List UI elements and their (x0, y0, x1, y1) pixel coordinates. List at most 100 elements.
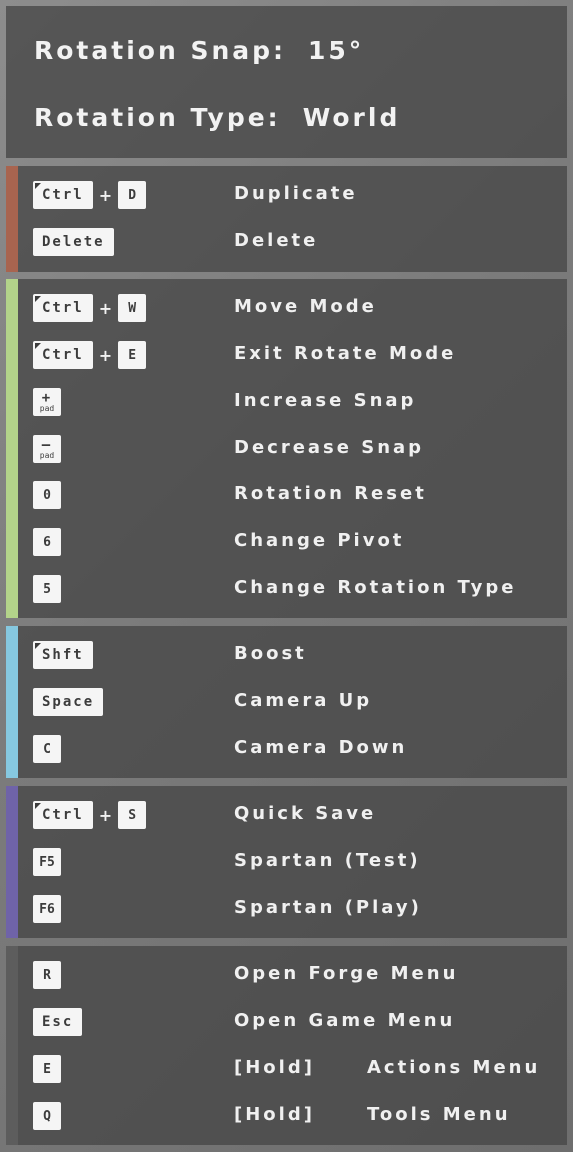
e-key-icon: E (33, 1055, 61, 1083)
rotation-snap-label: Rotation Snap: (34, 36, 287, 65)
shift-key-icon: Shft (33, 641, 93, 669)
space-key-icon: Space (33, 688, 104, 716)
save-test-controls-group: Ctrl + S Quick Save F5 Spartan (Test) F6… (6, 786, 567, 938)
q-key-icon: Q (33, 1102, 61, 1130)
camera-controls-group: Shft Boost Space Camera Up C Camera Down (6, 626, 567, 778)
control-label: Open Forge Menu (234, 963, 459, 984)
control-row-delete: Delete Delete (6, 228, 567, 258)
control-label: Camera Down (234, 737, 408, 758)
edit-controls-group: Ctrl + D Duplicate Delete Delete (6, 166, 567, 272)
w-key-icon: W (118, 294, 147, 322)
control-label: Exit Rotate Mode (234, 343, 457, 364)
key-combo: 5 (33, 575, 61, 603)
rotation-snap-value: 15° (308, 36, 365, 65)
key-sublabel: pad (39, 450, 55, 460)
control-row-increase-snap: + pad Increase Snap (6, 388, 567, 418)
rotation-type-label: Rotation Type: (34, 103, 281, 132)
key-combo: F6 (33, 895, 61, 923)
six-key-icon: 6 (33, 528, 61, 556)
f5-key-icon: F5 (33, 848, 61, 876)
key-combo: F5 (33, 848, 61, 876)
control-label: Quick Save (234, 803, 377, 824)
key-symbol: + (41, 389, 53, 406)
key-combo: C (33, 735, 61, 763)
c-key-icon: C (33, 735, 61, 763)
control-label: Decrease Snap (234, 437, 425, 458)
control-row-quick-save: Ctrl + S Quick Save (6, 801, 567, 831)
rotation-snap-line: Rotation Snap: 15° (34, 36, 364, 65)
key-combo: Ctrl + D (33, 181, 147, 209)
control-label: Spartan (Play) (234, 897, 422, 918)
control-row-camera-up: Space Camera Up (6, 688, 567, 718)
ctrl-key-icon: Ctrl (33, 341, 93, 369)
control-label: Tools Menu (367, 1104, 511, 1125)
key-combo: R (33, 961, 61, 989)
delete-key-icon: Delete (33, 228, 114, 256)
control-row-boost: Shft Boost (6, 641, 567, 671)
e-key-icon: E (118, 341, 147, 369)
control-row-open-game-menu: Esc Open Game Menu (6, 1008, 567, 1038)
plus-symbol: + (98, 805, 113, 825)
control-row-open-forge-menu: R Open Forge Menu (6, 961, 567, 991)
control-label: Change Rotation Type (234, 577, 517, 598)
numpad-minus-key-icon: – pad (33, 435, 61, 463)
control-label: Open Game Menu (234, 1010, 456, 1031)
rotation-info-panel: Rotation Snap: 15° Rotation Type: World (6, 6, 567, 158)
key-combo: E (33, 1055, 61, 1083)
control-label: Increase Snap (234, 390, 417, 411)
control-row-camera-down: C Camera Down (6, 735, 567, 765)
control-row-decrease-snap: – pad Decrease Snap (6, 435, 567, 465)
d-key-icon: D (118, 181, 147, 209)
control-row-spartan-test: F5 Spartan (Test) (6, 848, 567, 878)
rotation-type-line: Rotation Type: World (34, 103, 400, 132)
f6-key-icon: F6 (33, 895, 61, 923)
control-label: Boost (234, 643, 307, 664)
key-combo: Ctrl + S (33, 801, 147, 829)
key-combo: Delete (33, 228, 114, 256)
ctrl-key-icon: Ctrl (33, 181, 93, 209)
key-sublabel: pad (39, 403, 55, 413)
ctrl-key-icon: Ctrl (33, 801, 93, 829)
key-combo: – pad (33, 435, 61, 463)
s-key-icon: S (118, 801, 147, 829)
hold-prefix: [Hold] (234, 1104, 315, 1125)
control-label: Actions Menu (367, 1057, 541, 1078)
control-row-move-mode: Ctrl + W Move Mode (6, 294, 567, 324)
control-label: Move Mode (234, 296, 377, 317)
control-label: Rotation Reset (234, 483, 427, 504)
rotation-type-value: World (302, 103, 401, 132)
r-key-icon: R (33, 961, 61, 989)
control-row-spartan-play: F6 Spartan (Play) (6, 895, 567, 925)
hold-prefix: [Hold] (234, 1057, 315, 1078)
control-row-duplicate: Ctrl + D Duplicate (6, 181, 567, 211)
control-row-tools-menu: Q [Hold] Tools Menu (6, 1102, 567, 1132)
control-row-rotation-reset: 0 Rotation Reset (6, 481, 567, 511)
key-combo: Ctrl + W (33, 294, 147, 322)
control-label: Change Pivot (234, 530, 405, 551)
key-combo: Shft (33, 641, 93, 669)
key-combo: Esc (33, 1008, 83, 1036)
plus-symbol: + (98, 345, 113, 365)
esc-key-icon: Esc (33, 1008, 83, 1036)
key-combo: 0 (33, 481, 61, 509)
control-row-actions-menu: E [Hold] Actions Menu (6, 1055, 567, 1085)
zero-key-icon: 0 (33, 481, 61, 509)
forge-rotate-controls-overlay: Rotation Snap: 15° Rotation Type: World Ct… (0, 0, 573, 1152)
key-symbol: – (41, 436, 53, 453)
ctrl-key-icon: Ctrl (33, 294, 93, 322)
control-row-exit-rotate-mode: Ctrl + E Exit Rotate Mode (6, 341, 567, 371)
plus-symbol: + (98, 185, 113, 205)
control-label: Spartan (Test) (234, 850, 421, 871)
key-combo: Ctrl + E (33, 341, 147, 369)
menu-controls-group: R Open Forge Menu Esc Open Game Menu E [… (6, 946, 567, 1145)
plus-symbol: + (98, 298, 113, 318)
key-combo: Space (33, 688, 104, 716)
numpad-plus-key-icon: + pad (33, 388, 61, 416)
control-row-change-pivot: 6 Change Pivot (6, 528, 567, 558)
five-key-icon: 5 (33, 575, 61, 603)
key-combo: Q (33, 1102, 61, 1130)
control-label: Duplicate (234, 183, 358, 204)
control-row-change-rotation-type: 5 Change Rotation Type (6, 575, 567, 605)
key-combo: 6 (33, 528, 61, 556)
control-label: Delete (234, 230, 319, 251)
